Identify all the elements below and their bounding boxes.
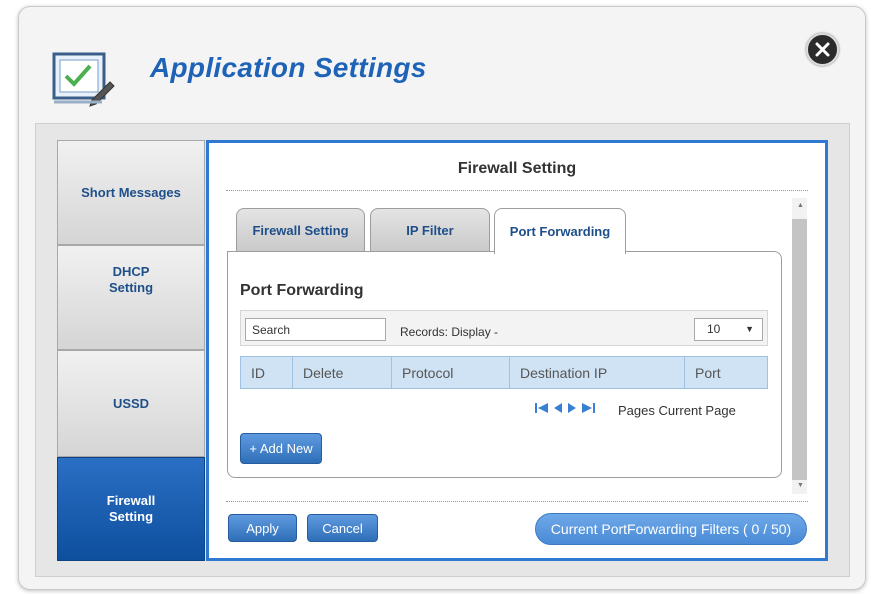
- pages-label: Pages Current Page: [618, 403, 736, 418]
- sidebar-item-label: USSD: [112, 395, 150, 411]
- tab-firewall-setting[interactable]: Firewall Setting: [236, 208, 365, 252]
- cancel-button[interactable]: Cancel: [307, 514, 378, 542]
- sidebar-item-label: Short Messages: [81, 184, 181, 200]
- close-icon: [815, 42, 830, 57]
- last-page-icon[interactable]: [581, 402, 595, 414]
- sidebar-item-ussd[interactable]: USSD: [57, 350, 205, 457]
- filters-count-button[interactable]: Current PortForwarding Filters ( 0 / 50): [535, 513, 807, 545]
- display-count-value: 10: [707, 322, 721, 336]
- sidebar-item-short-messages[interactable]: Short Messages: [57, 140, 205, 245]
- tab-port-forwarding[interactable]: Port Forwarding: [494, 208, 626, 254]
- scrollbar-thumb[interactable]: [792, 219, 807, 480]
- chevron-down-icon: ▼: [745, 324, 754, 334]
- apply-button[interactable]: Apply: [228, 514, 297, 542]
- sidebar-item-label-2: Setting: [108, 509, 154, 524]
- sidebar-item-label: Firewall: [106, 493, 156, 508]
- column-header-protocol: Protocol: [392, 357, 510, 388]
- page-title: Application Settings: [150, 52, 427, 83]
- add-new-button[interactable]: + Add New: [240, 433, 322, 464]
- column-header-destination-ip: Destination IP: [510, 357, 685, 388]
- sidebar-item-label: DHCP: [112, 263, 150, 279]
- sidebar-item-label-2: Setting: [108, 279, 154, 295]
- records-label: Records: Display -: [400, 325, 499, 339]
- scroll-down-icon[interactable]: ▼: [797, 482, 804, 489]
- first-page-icon[interactable]: [535, 402, 549, 414]
- column-header-delete: Delete: [293, 357, 392, 388]
- scroll-up-icon[interactable]: ▲: [797, 202, 804, 209]
- close-button[interactable]: [806, 33, 839, 66]
- divider: [226, 190, 808, 191]
- sidebar-item-dhcp-setting[interactable]: DHCP Setting: [57, 245, 205, 350]
- sidebar-item-firewall-setting[interactable]: Firewall Setting: [57, 457, 205, 561]
- section-title: Port Forwarding: [240, 282, 364, 299]
- pagination: [535, 402, 595, 414]
- next-page-icon[interactable]: [567, 402, 577, 414]
- prev-page-icon[interactable]: [553, 402, 563, 414]
- column-header-port: Port: [695, 364, 721, 381]
- panel-title: Firewall Setting: [457, 160, 577, 177]
- tab-ip-filter[interactable]: IP Filter: [370, 208, 490, 252]
- display-count-select[interactable]: 10 ▼: [694, 318, 763, 341]
- column-header-id: ID: [241, 357, 293, 388]
- table-header: ID Delete Protocol Destination IP Port: [240, 356, 768, 389]
- settings-checklist-icon: [52, 52, 115, 107]
- divider: [226, 501, 808, 502]
- search-input[interactable]: [245, 318, 386, 341]
